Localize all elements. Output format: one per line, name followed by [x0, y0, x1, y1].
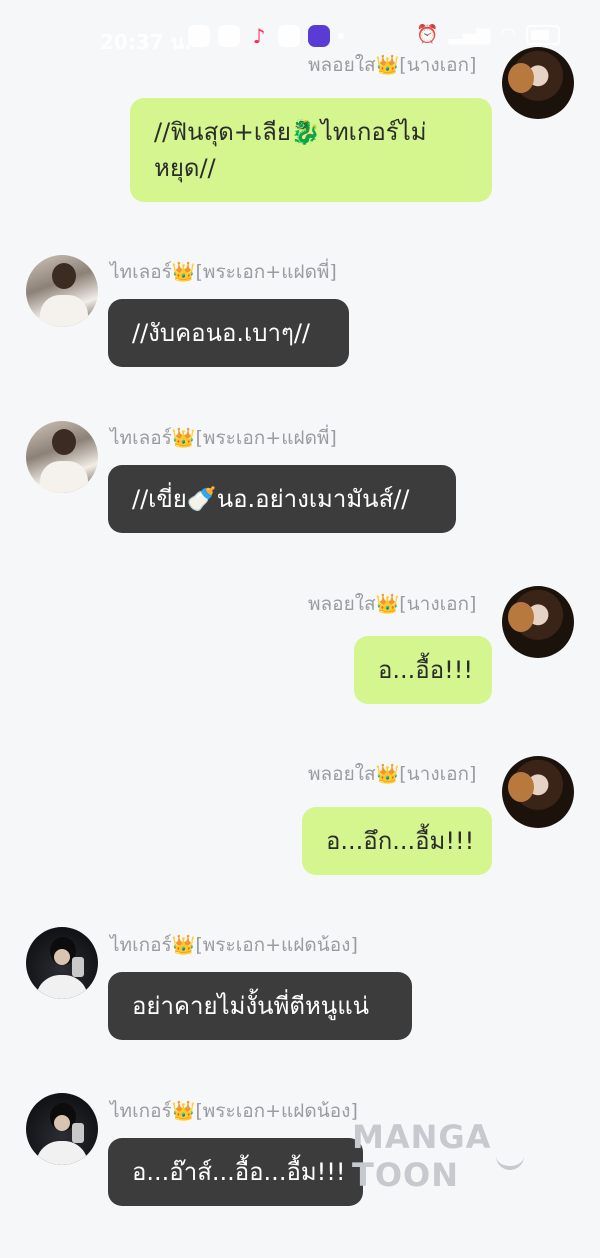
avatar[interactable] [502, 756, 574, 828]
tiktok-icon: ♪ [252, 24, 266, 48]
crown-icon: 👑 [171, 427, 196, 449]
sender-name: พลอยใส👑[นางเอก] [308, 763, 477, 785]
youtube-icon [278, 25, 300, 47]
crown-icon: 👑 [171, 261, 196, 283]
discord-icon [308, 25, 330, 47]
crown-icon: 👑 [171, 934, 196, 956]
snapchat-icon [218, 25, 240, 47]
sender-name: พลอยใส👑[นางเอก] [308, 54, 477, 76]
avatar[interactable] [502, 47, 574, 119]
battery-icon [526, 24, 560, 45]
avatar[interactable] [502, 586, 574, 658]
avatar[interactable] [26, 927, 98, 999]
crown-icon: 👑 [171, 1100, 196, 1122]
crown-icon: 👑 [375, 763, 400, 785]
sender-name: ไทเกอร์👑[พระเอก+แฝดน้อง] [110, 1100, 358, 1122]
crown-icon: 👑 [375, 593, 400, 615]
system-icons: ⏰ ▂▄▆ ◠ [416, 24, 560, 45]
sender-name: ไทเลอร์👑[พระเอก+แฝดพี่] [110, 427, 337, 449]
teddy-bear-icon [508, 602, 534, 632]
watermark-logo: MANGA TOON [352, 1118, 492, 1194]
crown-icon: 👑 [375, 54, 400, 76]
avatar[interactable] [26, 255, 98, 327]
alarm-icon: ⏰ [416, 24, 439, 45]
signal-icon: ▂▄▆ [448, 24, 491, 45]
message-bubble[interactable]: อ...อื้อ!!! [354, 636, 492, 704]
status-time: 20:37 น. [100, 30, 192, 54]
sender-name: พลอยใส👑[นางเอก] [308, 593, 477, 615]
message-bubble[interactable]: อ...อ๊าส์...อื้อ...อื้ม!!! [108, 1138, 363, 1206]
teddy-bear-icon [508, 63, 534, 93]
message-bubble[interactable]: อย่าคายไม่งั้นพี่ตีหนูแน่ [108, 972, 412, 1040]
wifi-icon: ◠ [500, 24, 516, 45]
more-notifications-icon [338, 33, 344, 39]
teddy-bear-icon [508, 772, 534, 802]
avatar[interactable] [26, 421, 98, 493]
avatar[interactable] [26, 1093, 98, 1165]
message-bubble[interactable]: //งับคอนอ.เบาๆ// [108, 299, 349, 367]
message-bubble[interactable]: //เขี่ย🍼นอ.อย่างเมามันส์// [108, 465, 456, 533]
notification-icons: ♪ [188, 25, 344, 47]
sender-name: ไทเลอร์👑[พระเอก+แฝดพี่] [110, 261, 337, 283]
gallery-icon [188, 25, 210, 47]
message-bubble[interactable]: //ฟินสุด+เลีย🐉ไทเกอร์ไม่หยุด// [130, 98, 492, 202]
sender-name: ไทเกอร์👑[พระเอก+แฝดน้อง] [110, 934, 358, 956]
message-bubble[interactable]: อ...อึก...อื้ม!!! [302, 807, 492, 875]
